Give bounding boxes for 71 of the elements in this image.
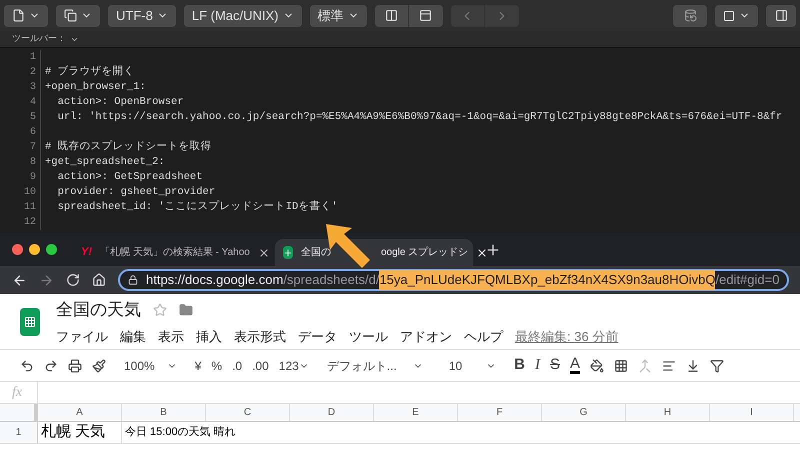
code-line: action>: GetSpreadsheet [56,170,203,185]
zoom-dropdown[interactable]: 100% [116,356,185,374]
url-path: /spreadsheets/d/ [283,271,380,290]
decrease-decimal-button[interactable]: .0 [232,356,242,374]
menu-item[interactable]: ヘルプ [464,326,503,346]
increase-decimal-button[interactable]: .00 [252,356,269,374]
format-button[interactable]: B [514,354,526,377]
dropdown-button[interactable]: LF (Mac/UNIX) [184,4,302,26]
url-selection: 15ya_PnLUdeKJFQMLBXp_ebZf34nX4SX9n3au8HOivbQ [379,270,716,290]
address-bar[interactable]: https://docs.google.com/spreadsheets/d/15ya_PnLUdeKJFQMLBXp_ebZf34nX4SX9n3au8HOivbQ/edit#gid=0 [118,269,790,291]
code-line: provider: gsheet_provider [56,184,216,200]
line-number: 1 [28,51,37,65]
line-number: 6 [28,126,37,140]
menu-item[interactable]: データ [298,326,337,346]
menu-item[interactable]: 表示 [158,326,184,346]
menu-item[interactable]: アドオン [400,326,452,346]
line-number: 5 [28,111,37,125]
dropdown-button[interactable]: UTF-8 [108,4,176,26]
code-line: +open_browser_1: [45,80,146,95]
line-number: 8 [28,156,37,170]
menu-item[interactable]: ツール [349,326,388,346]
tab-title: 「札幌 天気」の検索結果 - Yahoo [100,246,250,260]
dropdown-button[interactable]: 標準 [310,4,367,26]
line-number: 10 [22,186,37,200]
code-line: url: 'https://search.yahoo.co.jp/search?p=%E5%A4%A9%E6%B0%97&aq=-1&oq=&ai=gR7TglC2Tpiy88gte8PckA&ts=676&ei=UTF-8&fr [56,110,782,125]
menu-item[interactable]: 表示形式 [234,326,286,346]
code-line: spreadsheet_id: 'ここにスプレッドシートIDを書く' [56,200,338,215]
column-header[interactable]: F [458,404,542,421]
site-logo-icon: Y! [81,244,92,261]
percent-button[interactable]: % [211,356,222,374]
code-line: # 既存のスプレッドシートを取得 [45,140,212,155]
formula-label: fx [0,382,38,403]
document-title[interactable]: 全国の天気 [56,297,141,322]
line-number: 11 [22,201,37,215]
tab-title: 全国の [301,246,331,260]
line-number: 12 [22,216,37,230]
number-format-dropdown[interactable]: 123 [278,356,309,374]
menu-item[interactable]: 編集 [120,326,146,346]
toolbar-label: ツールバー： [12,32,66,46]
column-header[interactable]: E [374,404,458,421]
column-header[interactable]: H [626,404,710,421]
column-header[interactable]: C [206,404,290,421]
column-header[interactable]: G [542,404,626,421]
url-path: /edit#gid=0 [715,271,780,290]
browser-tab[interactable]: Y! 「札幌 天気」の検索結果 - Yahoo [73,239,271,266]
menu-item[interactable]: ファイル [56,326,108,346]
format-button[interactable]: I [535,354,540,377]
font-dropdown[interactable]: デフォルト... [318,356,431,374]
code-line: # ブラウザを開く [45,64,135,80]
currency-button[interactable]: ¥ [194,356,202,374]
font-size-dropdown[interactable]: 10 [440,356,504,374]
format-button[interactable]: S [550,354,560,377]
format-button[interactable]: A [570,357,580,374]
tab-title: oogle スプレッドシ [381,246,468,260]
table-cell: 札幌 天気 [38,422,122,443]
line-number: 3 [28,81,37,95]
column-header[interactable]: I [710,404,794,421]
line-number: 9 [28,171,37,185]
code-line: +get_spreadsheet_2: [45,154,165,170]
column-header[interactable]: B [122,404,206,421]
url-host: https://docs.google.com [146,271,284,290]
table-cell-text: 今日 15:00の天気 晴れ [124,425,237,440]
menu-item[interactable]: 挿入 [196,326,222,346]
last-edit-link[interactable]: 最終編集: 36 分前 [515,326,618,346]
column-header[interactable]: A [38,404,122,421]
line-number: 7 [28,141,37,155]
column-header[interactable]: D [290,404,374,421]
row-header[interactable]: 1 [0,422,38,443]
code-line: action>: OpenBrowser [56,94,184,110]
line-number: 2 [28,66,37,80]
line-number: 4 [28,96,37,110]
